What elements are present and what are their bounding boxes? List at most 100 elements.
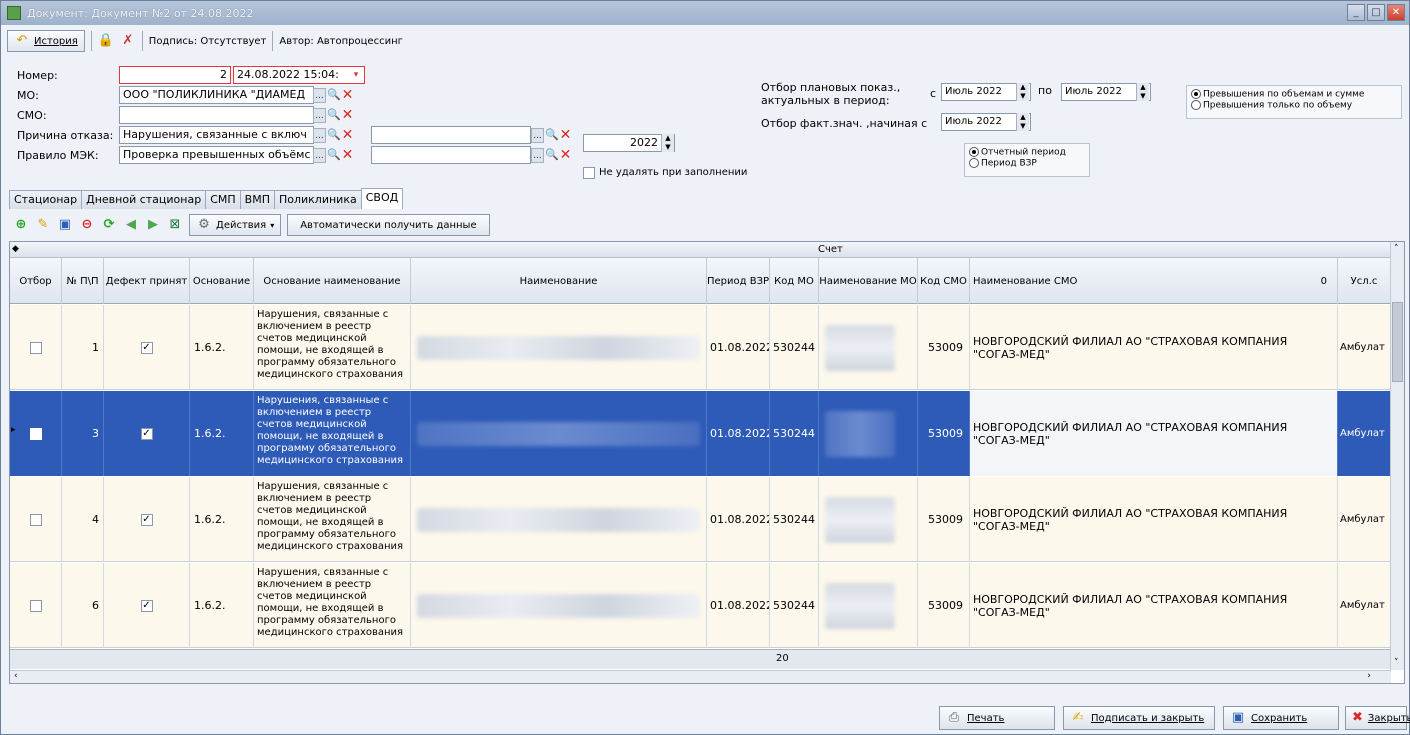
rule-extra-clear-icon[interactable]: ✕	[559, 148, 572, 163]
tab-day-hospital[interactable]: Дневной стационар	[81, 190, 207, 209]
smo-input[interactable]	[119, 106, 314, 124]
col-defect[interactable]: Дефект принят	[104, 258, 190, 304]
delete-icon[interactable]: ⊖	[79, 217, 95, 233]
radio-volume-only[interactable]: Превышения только по объему	[1191, 99, 1397, 110]
defect-cell[interactable]: ✓	[104, 563, 190, 648]
rule-search-icon[interactable]: 🔍	[327, 148, 341, 163]
smo-browse-button[interactable]: ...	[313, 107, 326, 123]
select-cell[interactable]	[10, 563, 62, 648]
rule-browse-button[interactable]: ...	[313, 147, 326, 163]
maximize-button[interactable]: □	[1367, 4, 1385, 21]
tab-smp[interactable]: СМП	[205, 190, 241, 209]
reason-extra-clear-icon[interactable]: ✕	[559, 128, 572, 143]
defect-cell[interactable]: ✓	[104, 477, 190, 562]
reason-extra-search-icon[interactable]: 🔍	[545, 128, 559, 143]
unsign-icon[interactable]: ✗	[120, 33, 136, 49]
defect-checkbox[interactable]: ✓	[140, 427, 153, 440]
select-cell[interactable]	[10, 477, 62, 562]
excel-icon[interactable]: ⊠	[167, 217, 183, 233]
smo-clear-icon[interactable]: ✕	[341, 108, 354, 123]
rule-extra-input[interactable]	[371, 146, 531, 164]
defect-cell[interactable]: ✓	[104, 305, 190, 390]
tab-summary[interactable]: СВОД	[360, 188, 404, 209]
history-button[interactable]: ↶ История	[7, 30, 85, 52]
table-row[interactable]: 6 ✓ 1.6.2. Нарушения, связанные с включение…	[10, 563, 1391, 648]
tab-vmp[interactable]: ВМП	[239, 190, 275, 209]
close-window-button[interactable]: ✕	[1387, 4, 1405, 21]
select-checkbox[interactable]	[29, 427, 42, 440]
rule-clear-icon[interactable]: ✕	[341, 148, 354, 163]
tab-hospital[interactable]: Стационар	[9, 190, 83, 209]
select-cell[interactable]	[10, 391, 62, 476]
radio-vzr-period[interactable]: Период ВЗР	[969, 157, 1085, 168]
sign-close-button[interactable]: ✍ Подписать и закрыть	[1063, 706, 1215, 730]
col-smo-name[interactable]: Наименование СМО 0	[970, 258, 1338, 304]
col-cond[interactable]: Усл.с	[1338, 258, 1391, 304]
col-period[interactable]: Период ВЗР	[707, 258, 770, 304]
reason-extra-browse-button[interactable]: ...	[531, 127, 544, 143]
refresh-icon[interactable]: ⟳	[101, 217, 117, 233]
col-mo-code[interactable]: Код МО	[770, 258, 819, 304]
plan-to-spin-icon[interactable]: ▲ ▼	[1136, 83, 1149, 101]
col-basis[interactable]: Основание	[190, 258, 254, 304]
print-button[interactable]: ⎙ Печать	[939, 706, 1055, 730]
no-delete-checkbox[interactable]	[583, 167, 595, 179]
add-icon[interactable]: ⊕	[13, 217, 29, 233]
date-input[interactable]: 24.08.2022 15:04:	[233, 66, 365, 84]
col-select[interactable]: Отбор	[10, 258, 62, 304]
edit-icon[interactable]: ✎	[35, 217, 51, 233]
number-input[interactable]: 2	[119, 66, 231, 84]
table-row[interactable]: 4 ✓ 1.6.2. Нарушения, связанные с включение…	[10, 477, 1391, 562]
radio-report-period[interactable]: Отчетный период	[969, 147, 1085, 158]
col-name[interactable]: Наименование	[411, 258, 707, 304]
select-checkbox[interactable]	[29, 513, 42, 526]
table-row[interactable]: 1 ✓ 1.6.2. Нарушения, связанные с включение…	[10, 305, 1391, 390]
select-checkbox[interactable]	[29, 341, 42, 354]
arrow-left-icon[interactable]: ◀	[123, 217, 139, 233]
fact-from-spin-icon[interactable]: ▲ ▼	[1016, 113, 1029, 131]
horizontal-scrollbar[interactable]: ‹ ›	[10, 670, 1391, 683]
reason-clear-icon[interactable]: ✕	[341, 128, 354, 143]
scroll-right-icon[interactable]: ›	[1367, 671, 1371, 681]
lock-icon[interactable]: 🔒	[98, 33, 114, 49]
scroll-thumb[interactable]	[1392, 302, 1403, 382]
tab-polyclinic[interactable]: Поликлиника	[273, 190, 362, 209]
grid-menu-icon[interactable]: ◆	[12, 242, 19, 257]
actions-dropdown[interactable]: ⚙ Действия ▾	[189, 214, 282, 236]
defect-checkbox[interactable]: ✓	[140, 513, 153, 526]
rule-input[interactable]: Проверка превышенных объёмс	[119, 146, 314, 164]
scroll-up-icon[interactable]: ˄	[1394, 244, 1399, 254]
auto-fetch-button[interactable]: Автоматически получить данные	[287, 214, 490, 236]
reason-extra-input[interactable]	[371, 126, 531, 144]
year-spin-icon[interactable]: ▲ ▼	[661, 134, 674, 152]
rule-extra-browse-button[interactable]: ...	[531, 147, 544, 163]
defect-checkbox[interactable]: ✓	[140, 341, 153, 354]
defect-cell[interactable]: ✓	[104, 391, 190, 476]
reason-browse-button[interactable]: ...	[313, 127, 326, 143]
table-row[interactable]: 3 ✓ 1.6.2. Нарушения, связанные с включение…	[10, 391, 1391, 476]
mo-clear-icon[interactable]: ✕	[341, 88, 354, 103]
col-mo-name[interactable]: Наименование МО	[819, 258, 918, 304]
plan-from-spin-icon[interactable]: ▲ ▼	[1016, 83, 1029, 101]
mo-search-icon[interactable]: 🔍	[327, 88, 341, 103]
select-cell[interactable]	[10, 305, 62, 390]
select-checkbox[interactable]	[29, 599, 42, 612]
reason-input[interactable]: Нарушения, связанные с включ	[119, 126, 314, 144]
save-button[interactable]: ▣ Сохранить	[1223, 706, 1339, 730]
save-icon[interactable]: ▣	[57, 217, 73, 233]
mo-browse-button[interactable]: ...	[313, 87, 326, 103]
col-smo-code[interactable]: Код СМО	[918, 258, 970, 304]
vertical-scrollbar[interactable]: ˄ ˅	[1390, 242, 1404, 670]
mo-input[interactable]: ООО "ПОЛИКЛИНИКА "ДИАМЕД	[119, 86, 314, 104]
scroll-down-icon[interactable]: ˅	[1394, 658, 1399, 668]
rule-extra-search-icon[interactable]: 🔍	[545, 148, 559, 163]
col-basis-name[interactable]: Основание наименование	[254, 258, 411, 304]
defect-checkbox[interactable]: ✓	[140, 599, 153, 612]
radio-volume-sum[interactable]: Превышения по объемам и сумме	[1191, 89, 1397, 100]
scroll-left-icon[interactable]: ‹	[14, 671, 18, 681]
close-button[interactable]: ✖ Закрыть	[1345, 706, 1410, 730]
date-dropdown-icon[interactable]: ▾	[349, 67, 363, 83]
reason-search-icon[interactable]: 🔍	[327, 128, 341, 143]
col-num[interactable]: № П\П	[62, 258, 104, 304]
minimize-button[interactable]: _	[1347, 4, 1365, 21]
